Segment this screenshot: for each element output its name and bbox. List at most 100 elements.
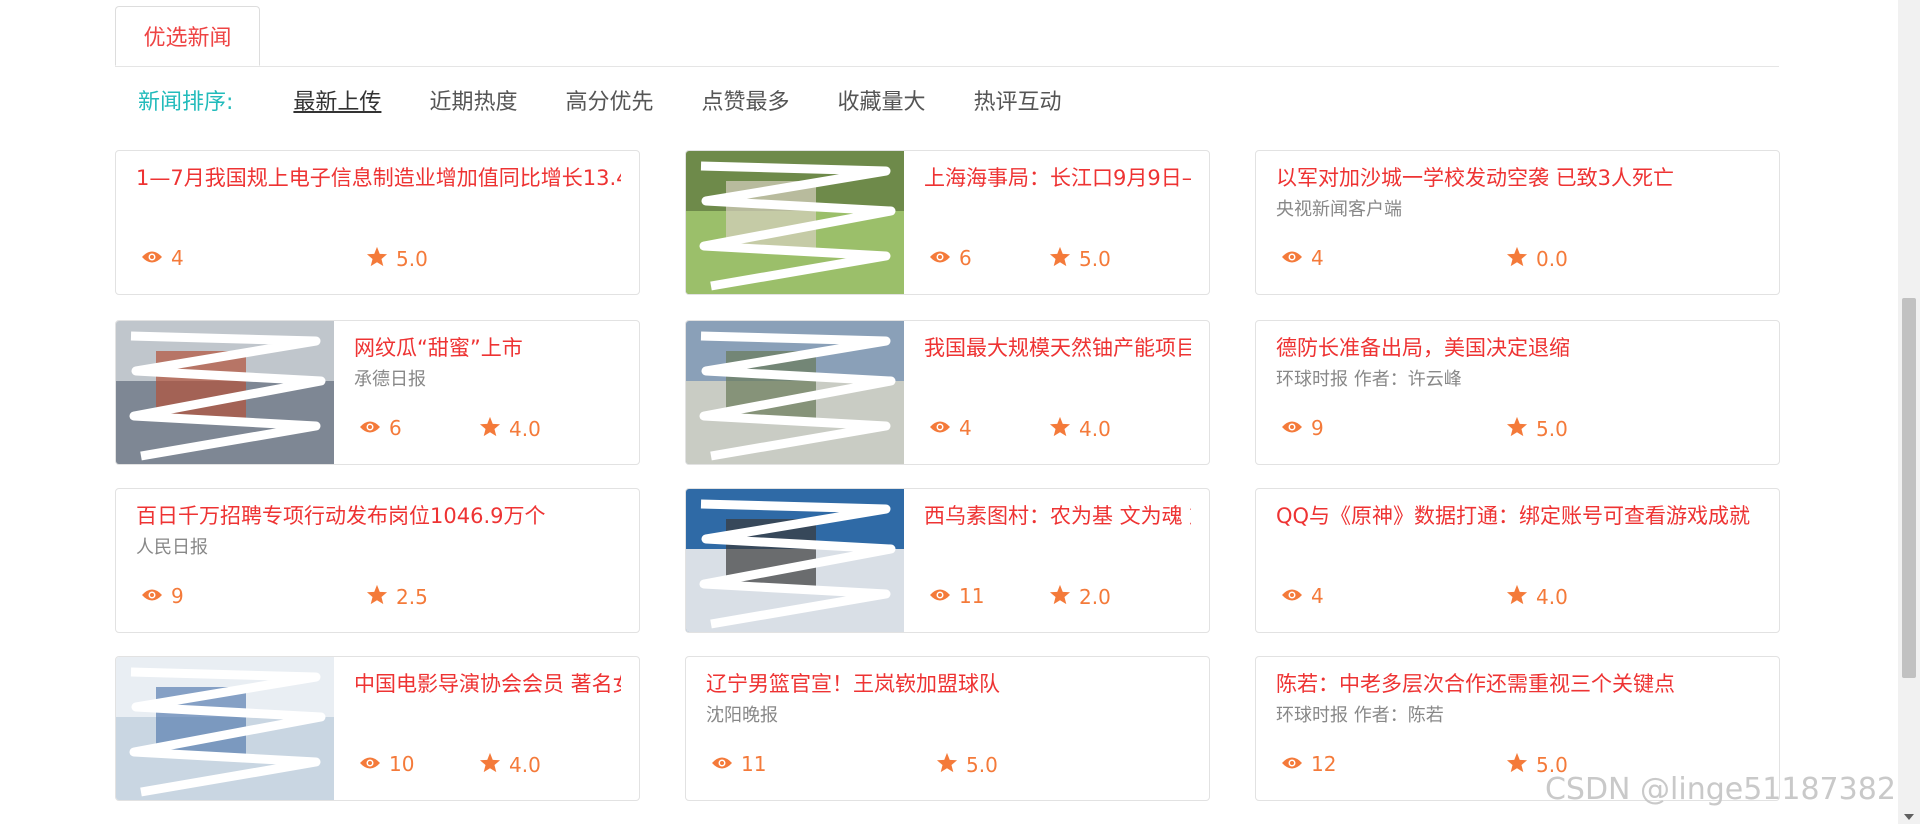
view-count-value: 10 bbox=[389, 752, 415, 776]
news-title[interactable]: 辽宁男篮官宣！王岚嵚加盟球队 bbox=[706, 671, 1191, 697]
sort-option-trending[interactable]: 近期热度 bbox=[429, 84, 517, 116]
sort-option-most-saved[interactable]: 收藏量大 bbox=[837, 84, 925, 116]
news-title[interactable]: 百日千万招聘专项行动发布岗位1046.9万个 bbox=[136, 503, 621, 529]
news-card[interactable]: 以军对加沙城一学校发动空袭 已致3人死亡央视新闻客户端 4 0.0 bbox=[1255, 150, 1780, 295]
news-title[interactable]: 以军对加沙城一学校发动空袭 已致3人死亡 bbox=[1276, 165, 1761, 191]
news-thumbnail-image[interactable] bbox=[116, 321, 334, 464]
rating: 5.0 bbox=[1506, 416, 1568, 442]
star-icon bbox=[1049, 416, 1079, 442]
news-card[interactable]: QQ与《原神》数据打通：绑定账号可查看游戏成就 4 4.0 bbox=[1255, 488, 1780, 633]
eye-icon bbox=[711, 752, 741, 776]
news-source: 人民日报 bbox=[136, 537, 208, 558]
news-title[interactable]: 陈若：中老多层次合作还需重视三个关键点 bbox=[1276, 671, 1761, 697]
news-title[interactable]: 德防长准备出局，美国决定退缩 bbox=[1276, 335, 1761, 361]
view-count: 4 bbox=[141, 246, 184, 270]
eye-icon bbox=[1281, 416, 1311, 440]
view-count: 11 bbox=[711, 752, 766, 776]
news-title[interactable]: 西乌素图村：农为基 文为魂 旅为媒 bbox=[924, 503, 1191, 529]
view-count: 4 bbox=[1281, 246, 1324, 270]
rating-value: 5.0 bbox=[396, 247, 428, 271]
view-count: 4 bbox=[929, 416, 972, 440]
scrollbar-thumb[interactable] bbox=[1902, 298, 1916, 678]
news-title[interactable]: 1—7月我国规上电子信息制造业增加值同比增长13.4% bbox=[136, 165, 621, 191]
rating-value: 2.5 bbox=[396, 585, 428, 609]
view-count-value: 6 bbox=[389, 416, 402, 440]
scrollbar[interactable] bbox=[1898, 0, 1920, 824]
view-count-value: 6 bbox=[959, 246, 972, 270]
news-card[interactable]: 百日千万招聘专项行动发布岗位1046.9万个人民日报 9 2.5 bbox=[115, 488, 640, 633]
news-title[interactable]: 我国最大规模天然铀产能项目开工建设 bbox=[924, 335, 1191, 361]
eye-icon bbox=[1281, 584, 1311, 608]
sort-option-latest[interactable]: 最新上传 bbox=[293, 84, 381, 116]
eye-icon bbox=[141, 246, 171, 270]
sort-option-most-liked[interactable]: 点赞最多 bbox=[701, 84, 789, 116]
sort-option-top-rated[interactable]: 高分优先 bbox=[565, 84, 653, 116]
news-card[interactable]: 上海海事局：长江口9月9日—大型船舶深水航道 6 5.0 bbox=[685, 150, 1210, 295]
view-count-value: 4 bbox=[171, 246, 184, 270]
news-card[interactable]: 辽宁男篮官宣！王岚嵚加盟球队 沈阳晚报 11 5.0 bbox=[685, 656, 1210, 801]
eye-icon bbox=[1281, 246, 1311, 270]
rating-value: 2.0 bbox=[1079, 585, 1111, 609]
news-thumbnail-image[interactable] bbox=[686, 151, 904, 294]
view-count-value: 11 bbox=[741, 752, 767, 776]
rating: 4.0 bbox=[479, 752, 541, 778]
rating-value: 5.0 bbox=[1536, 417, 1568, 441]
rating: 5.0 bbox=[366, 246, 428, 272]
news-title[interactable]: 中国电影导演协会会员 著名女导演王君正逝世 bbox=[354, 671, 621, 697]
rating-value: 5.0 bbox=[1079, 247, 1111, 271]
news-card[interactable]: 网纹瓜“甜蜜”上市承德日报 6 4.0 bbox=[115, 320, 640, 465]
news-title[interactable]: 网纹瓜“甜蜜”上市 bbox=[354, 335, 621, 361]
sort-bar: 新闻排序: 最新上传 近期热度 高分优先 点赞最多 收藏量大 热评互动 bbox=[138, 82, 1110, 118]
rating-value: 5.0 bbox=[966, 753, 998, 777]
news-source: 环球时报 作者：陈若 bbox=[1276, 705, 1444, 726]
view-count-value: 11 bbox=[959, 584, 985, 608]
view-count: 12 bbox=[1281, 752, 1336, 776]
rating: 5.0 bbox=[936, 752, 998, 778]
star-icon bbox=[1506, 246, 1536, 272]
view-count-value: 12 bbox=[1311, 752, 1337, 776]
eye-icon bbox=[359, 752, 389, 776]
view-count: 6 bbox=[929, 246, 972, 270]
news-thumbnail-image[interactable] bbox=[686, 489, 904, 632]
sort-option-most-comments[interactable]: 热评互动 bbox=[974, 84, 1062, 116]
news-card[interactable]: 中国电影导演协会会员 著名女导演王君正逝世 10 4.0 bbox=[115, 656, 640, 801]
sort-label: 新闻排序: bbox=[138, 90, 234, 115]
star-icon bbox=[1506, 584, 1536, 610]
view-count: 9 bbox=[141, 584, 184, 608]
news-tabs: 优选新闻 bbox=[115, 0, 1779, 67]
news-card[interactable]: 德防长准备出局，美国决定退缩 环球时报 作者：许云峰 9 5.0 bbox=[1255, 320, 1780, 465]
news-card[interactable]: 西乌素图村：农为基 文为魂 旅为媒 11 2.0 bbox=[685, 488, 1210, 633]
news-thumbnail-image[interactable] bbox=[686, 321, 904, 464]
eye-icon bbox=[1281, 752, 1311, 776]
rating-value: 4.0 bbox=[1079, 417, 1111, 441]
news-thumbnail-image[interactable] bbox=[116, 657, 334, 800]
star-icon bbox=[936, 752, 966, 778]
view-count: 9 bbox=[1281, 416, 1324, 440]
star-icon bbox=[1506, 416, 1536, 442]
rating: 2.0 bbox=[1049, 584, 1111, 610]
news-title[interactable]: QQ与《原神》数据打通：绑定账号可查看游戏成就 bbox=[1276, 503, 1761, 529]
news-source: 央视新闻客户端 bbox=[1276, 199, 1402, 220]
view-count: 6 bbox=[359, 416, 402, 440]
rating: 4.0 bbox=[479, 416, 541, 442]
scroll-down-arrow-icon[interactable] bbox=[1904, 814, 1914, 820]
news-title[interactable]: 上海海事局：长江口9月9日—大型船舶深水航道 bbox=[924, 165, 1191, 191]
rating-value: 4.0 bbox=[509, 417, 541, 441]
tab-featured-news[interactable]: 优选新闻 bbox=[115, 6, 260, 66]
view-count: 10 bbox=[359, 752, 414, 776]
star-icon bbox=[479, 416, 509, 442]
view-count-value: 4 bbox=[959, 416, 972, 440]
rating: 2.5 bbox=[366, 584, 428, 610]
eye-icon bbox=[359, 416, 389, 440]
star-icon bbox=[1049, 584, 1079, 610]
news-source: 承德日报 bbox=[354, 369, 426, 390]
rating-value: 0.0 bbox=[1536, 247, 1568, 271]
rating: 4.0 bbox=[1506, 584, 1568, 610]
star-icon bbox=[1506, 752, 1536, 778]
view-count: 4 bbox=[1281, 584, 1324, 608]
eye-icon bbox=[929, 246, 959, 270]
news-card[interactable]: 我国最大规模天然铀产能项目开工建设 4 4.0 bbox=[685, 320, 1210, 465]
rating: 4.0 bbox=[1049, 416, 1111, 442]
star-icon bbox=[366, 246, 396, 272]
news-card[interactable]: 1—7月我国规上电子信息制造业增加值同比增长13.4% 4 5.0 bbox=[115, 150, 640, 295]
